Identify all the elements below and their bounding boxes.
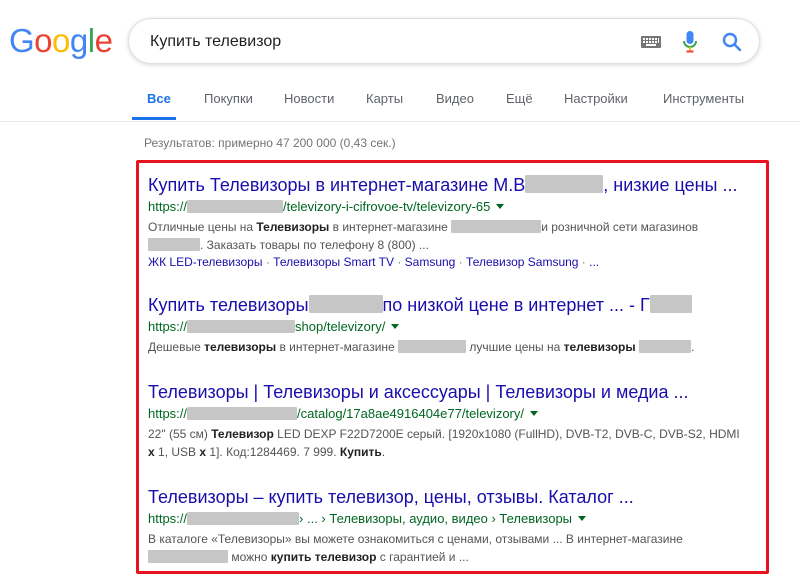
result-snippet: Отличные цены на Телевизоры в интернет-м… (148, 220, 699, 252)
search-result: Купить Телевизоры в интернет-магазине М.… (148, 174, 748, 271)
logo-letter: o (52, 22, 70, 59)
result-snippet: 22" (55 см) Телевизор LED DEXP F22D7200E… (148, 427, 740, 459)
search-result: Телевизоры | Телевизоры и аксессуары | Т… (148, 381, 748, 461)
google-logo[interactable]: Google (9, 22, 113, 59)
logo-letter: G (9, 22, 35, 59)
tab-more[interactable]: Ещё (506, 91, 533, 106)
redacted-block (451, 220, 542, 233)
sitelink[interactable]: Samsung (405, 255, 456, 269)
chevron-down-icon[interactable] (496, 204, 505, 209)
result-url: https://› ... › Телевизоры, аудио, видео… (148, 510, 748, 528)
tab-tools[interactable]: Инструменты (663, 91, 744, 106)
search-icon[interactable] (721, 31, 743, 53)
result-title[interactable]: Купить телевизоры по низкой цене в интерн… (148, 294, 748, 316)
tab-news[interactable]: Новости (284, 91, 334, 106)
redacted-block (148, 237, 200, 251)
sitelink[interactable]: Телевизоры Smart TV (273, 255, 394, 269)
result-snippet: Дешевые телевизоры в интернет-магазине л… (148, 340, 695, 354)
tab-shopping[interactable]: Покупки (204, 91, 253, 106)
logo-letter: o (34, 22, 53, 59)
redacted-block (638, 340, 691, 353)
result-title[interactable]: Телевизоры | Телевизоры и аксессуары | Т… (148, 381, 748, 403)
sitelink[interactable]: ... (589, 255, 599, 269)
search-tabs: Все Покупки Новости Карты Видео Ещё Наст… (0, 88, 800, 122)
search-input[interactable]: Купить телевизор (150, 33, 281, 51)
result-sitelinks: ЖК LED-телевизоры · Телевизоры Smart TV … (148, 255, 600, 269)
sitelink[interactable]: Телевизор Samsung (466, 255, 578, 269)
keyboard-icon[interactable] (641, 36, 661, 48)
result-url: https:///televizory-i-cifrovoe-tv/televi… (148, 198, 748, 216)
sitelink[interactable]: ЖК LED-телевизоры (148, 255, 262, 269)
search-result: Телевизоры – купить телевизор, цены, отз… (148, 486, 748, 566)
tab-settings[interactable]: Настройки (564, 91, 628, 106)
tab-all[interactable]: Все (147, 91, 171, 106)
search-box[interactable]: Купить телевизор (128, 18, 760, 64)
active-tab-indicator (132, 117, 176, 120)
chevron-down-icon[interactable] (578, 516, 587, 521)
result-snippet: В каталоге «Телевизоры» вы можете ознако… (148, 532, 683, 564)
result-url: https://shop/televizory/ (148, 318, 748, 336)
logo-letter: e (94, 22, 113, 59)
microphone-icon[interactable] (683, 31, 697, 53)
tab-video[interactable]: Видео (436, 91, 474, 106)
logo-letter: g (69, 22, 88, 59)
search-result: Купить телевизоры по низкой цене в интерн… (148, 294, 748, 357)
result-title[interactable]: Купить Телевизоры в интернет-магазине М.… (148, 174, 748, 196)
redacted-block (398, 340, 467, 353)
tab-maps[interactable]: Карты (366, 91, 403, 106)
result-title[interactable]: Телевизоры – купить телевизор, цены, отз… (148, 486, 748, 508)
result-stats: Результатов: примерно 47 200 000 (0,43 с… (144, 136, 396, 150)
redacted-block (148, 549, 228, 563)
logo-letter: l (87, 22, 95, 59)
chevron-down-icon[interactable] (391, 324, 400, 329)
chevron-down-icon[interactable] (530, 411, 538, 416)
result-url: https:///catalog/17a8ae4916404e77/televi… (148, 405, 748, 423)
